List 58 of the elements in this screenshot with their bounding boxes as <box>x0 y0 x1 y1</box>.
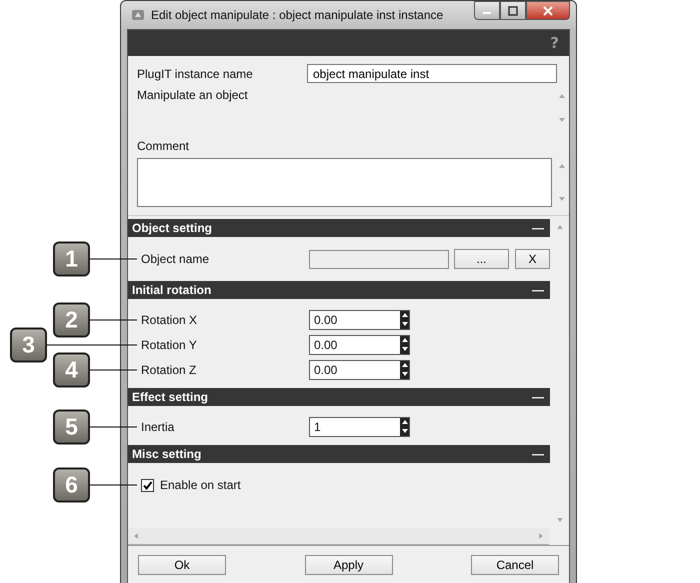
field-label: Comment <box>137 139 190 153</box>
checkbox-label: Enable on start <box>160 478 241 492</box>
section-header[interactable]: Effect setting — <box>128 388 550 406</box>
section-header[interactable]: Initial rotation — <box>128 281 550 299</box>
dialog-button[interactable]: Apply <box>304 555 392 575</box>
dialog-button[interactable]: Cancel <box>471 555 559 575</box>
collapse-toggle[interactable]: — <box>532 447 544 461</box>
section-title: Effect setting <box>132 390 208 404</box>
spin-field[interactable]: 0.00 <box>309 310 410 330</box>
minimize-button[interactable] <box>474 1 500 20</box>
section-title: Initial rotation <box>132 283 212 297</box>
close-button[interactable] <box>526 1 570 20</box>
spin-arrows-icon[interactable] <box>400 310 409 328</box>
spin-field[interactable]: 0.00 <box>309 360 410 380</box>
callout-badge: 1 <box>53 242 90 276</box>
horizontal-scrollbar[interactable] <box>128 528 549 545</box>
collapse-toggle[interactable]: — <box>532 283 544 297</box>
window-title: Edit object manipulate : object manipulate inst instance <box>151 8 444 22</box>
spin-field[interactable]: 1 <box>309 416 410 436</box>
field-label: PlugIT instance name <box>137 66 253 80</box>
app-icon <box>131 8 145 22</box>
spin-arrows-icon[interactable] <box>400 418 409 436</box>
leader-line <box>90 319 137 320</box>
minimize-icon <box>483 12 491 14</box>
close-icon <box>543 6 553 16</box>
section-title: Misc setting <box>132 447 202 461</box>
field-label: Rotation X <box>141 312 198 326</box>
spin-arrows-icon[interactable] <box>400 360 409 378</box>
spin-arrows-icon[interactable] <box>400 336 409 354</box>
instance-name-field[interactable]: object manipulate inst <box>307 64 557 83</box>
section-header[interactable]: Misc setting — <box>128 445 550 463</box>
browse-button[interactable]: ... <box>454 249 509 269</box>
maximize-icon <box>508 6 518 16</box>
leader-line <box>90 369 137 370</box>
dialog-button[interactable]: Ok <box>138 555 226 575</box>
leader-line <box>90 258 137 260</box>
callout-badge: 2 <box>53 302 90 337</box>
callout-badge: 5 <box>53 409 90 444</box>
help-button[interactable]: ? <box>550 34 559 52</box>
clear-button[interactable]: X <box>515 249 550 269</box>
description-text: Manipulate an object <box>137 88 248 104</box>
checkbox[interactable] <box>141 478 154 492</box>
field-label: Rotation Y <box>141 338 198 352</box>
collapse-toggle[interactable]: — <box>532 221 544 235</box>
section-title: Object setting <box>132 221 212 235</box>
collapse-toggle[interactable]: — <box>532 390 544 404</box>
field-label: Inertia <box>141 420 176 434</box>
maximize-button[interactable] <box>500 1 526 20</box>
leader-line <box>90 426 137 427</box>
leader-line <box>90 484 137 486</box>
callout-badge: 6 <box>53 468 90 502</box>
spin-field[interactable]: 0.00 <box>309 334 410 354</box>
section-header[interactable]: Object setting — <box>128 219 550 237</box>
field-label: Rotation Z <box>141 362 198 376</box>
field-label: Object name <box>141 252 210 266</box>
callout-badge: 4 <box>53 352 90 387</box>
callout-badge: 3 <box>10 327 47 362</box>
comment-field[interactable] <box>137 158 552 207</box>
